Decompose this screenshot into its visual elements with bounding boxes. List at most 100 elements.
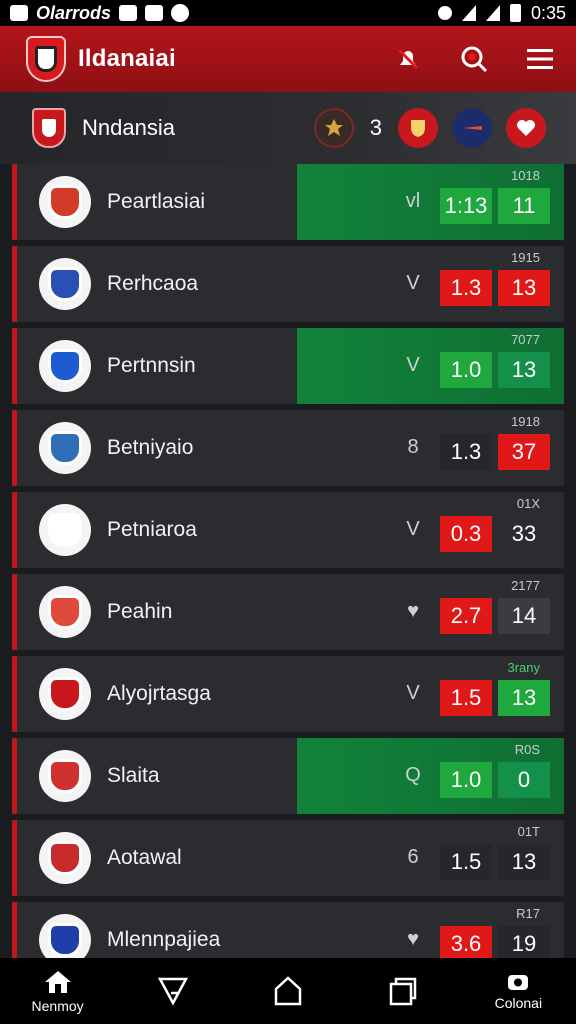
status-carrier: Olarrods <box>36 2 112 23</box>
club-badge-red[interactable] <box>398 108 438 148</box>
nav-home[interactable]: Nenmoy <box>13 969 103 1014</box>
team-crest-icon <box>39 750 91 802</box>
garuda-icon <box>324 119 343 136</box>
odd-secondary[interactable]: 13 <box>498 844 550 880</box>
team-header-count: 3 <box>369 115 382 140</box>
team-crest-icon <box>39 422 91 474</box>
odd-secondary[interactable]: 13 <box>498 680 550 716</box>
match-tag: 01T <box>517 824 540 839</box>
odd-secondary[interactable]: 37 <box>498 434 550 470</box>
match-tag: 01X <box>516 496 540 511</box>
team-crest-icon <box>39 832 91 884</box>
odd-secondary[interactable]: 13 <box>498 352 550 388</box>
nav-home-label: Nenmoy <box>31 997 84 1014</box>
odd-secondary[interactable]: 11 <box>498 188 550 224</box>
team-name: Alyojrtasga <box>107 682 211 705</box>
team-crest-icon <box>39 586 91 638</box>
favorite-badge[interactable] <box>506 108 546 148</box>
menu-button[interactable] <box>522 41 558 77</box>
result-mark: vl <box>405 190 421 212</box>
match-row[interactable]: Betniyaio 8 1918 1.3 37 <box>12 410 564 486</box>
odd-secondary[interactable]: 19 <box>498 926 550 958</box>
app-icon <box>145 5 164 21</box>
status-time: 0:35 <box>530 2 566 23</box>
nav-overview[interactable] <box>358 975 448 1007</box>
team-name: Rerhcaoa <box>107 272 199 295</box>
match-tag: 2177 <box>511 578 540 593</box>
wifi-icon <box>461 5 476 21</box>
team-name: Pertnnsin <box>107 354 196 377</box>
odd-primary[interactable]: 1.0 <box>440 352 492 388</box>
triangle-back-icon <box>157 977 188 1006</box>
app-title: Ildanaiai <box>78 45 176 72</box>
signal-icon <box>485 5 500 21</box>
home-icon <box>44 970 71 993</box>
odd-secondary[interactable]: 13 <box>498 270 550 306</box>
match-row[interactable]: Aotawal 6 01T 1.5 13 <box>12 820 564 896</box>
alarm-icon <box>437 6 452 20</box>
club-badge-blue[interactable] <box>452 108 492 148</box>
match-row[interactable]: Petniaroa V 01X 0.3 33 <box>12 492 564 568</box>
match-tag: 1018 <box>511 168 540 183</box>
result-mark: ♥ <box>407 928 419 950</box>
odd-secondary[interactable]: 14 <box>498 598 550 634</box>
search-icon <box>461 46 488 73</box>
odd-secondary[interactable]: 33 <box>498 516 550 552</box>
result-mark: Q <box>405 764 421 786</box>
match-row[interactable]: Pertnnsin V 7077 1.0 13 <box>12 328 564 404</box>
odd-primary[interactable]: 3.6 <box>440 926 492 958</box>
odd-primary[interactable]: 1.5 <box>440 844 492 880</box>
odd-primary[interactable]: 1.5 <box>440 680 492 716</box>
recent-apps-icon <box>389 977 417 1006</box>
team-crest-icon <box>39 340 91 392</box>
settings-icon <box>119 5 138 21</box>
match-tag: 3rany <box>507 660 540 675</box>
team-name: Petniaroa <box>107 518 197 541</box>
result-mark: V <box>406 518 420 540</box>
team-name: Slaita <box>107 764 160 787</box>
team-crest <box>32 108 66 148</box>
plane-icon <box>462 126 482 130</box>
team-name: Peartlasiai <box>107 190 206 213</box>
match-row[interactable]: Peartlasiai vl 1018 1:13 11 <box>12 164 564 240</box>
bottom-nav: Nenmoy Colonai <box>0 958 576 1024</box>
odd-primary[interactable]: 2.7 <box>440 598 492 634</box>
instagram-icon <box>171 4 190 22</box>
nav-recent-home[interactable] <box>243 975 333 1007</box>
result-mark: V <box>406 682 420 704</box>
team-crest-icon <box>39 258 91 310</box>
hamburger-menu-icon <box>527 49 553 69</box>
match-row[interactable]: Alyojrtasga V 3rany 1.5 13 <box>12 656 564 732</box>
odd-primary[interactable]: 0.3 <box>440 516 492 552</box>
garuda-badge[interactable] <box>313 108 354 148</box>
team-name: Aotawal <box>107 846 182 869</box>
match-row[interactable]: Rerhcaoa V 1915 1.3 13 <box>12 246 564 322</box>
odd-primary[interactable]: 1.3 <box>440 270 492 306</box>
nav-profile[interactable]: Colonai <box>473 972 563 1011</box>
match-tag: R0S <box>514 742 540 757</box>
result-mark: ♥ <box>407 600 419 622</box>
notifications-off-button[interactable] <box>390 41 426 77</box>
match-tag: 1918 <box>511 414 540 429</box>
nav-profile-label: Colonai <box>494 994 543 1011</box>
match-row[interactable]: Slaita Q R0S 1.0 0 <box>12 738 564 814</box>
team-crest-icon <box>39 668 91 720</box>
bell-off-icon <box>397 48 419 70</box>
team-crest-icon <box>39 504 91 556</box>
match-row[interactable]: Mlennpajiea ♥ R17 3.6 19 <box>12 902 564 958</box>
match-list: Peartlasiai vl 1018 1:13 11 Rerhcaoa V 1… <box>12 164 564 958</box>
match-tag: 7077 <box>511 332 540 347</box>
team-header[interactable]: Nndansia 3 <box>0 92 576 164</box>
house-outline-icon <box>274 976 302 1006</box>
odd-secondary[interactable]: 0 <box>498 762 550 798</box>
team-header-name: Nndansia <box>82 115 175 140</box>
search-button[interactable] <box>456 41 492 77</box>
result-mark: V <box>406 354 420 376</box>
nav-back[interactable] <box>128 975 218 1007</box>
club-logo[interactable] <box>26 36 66 82</box>
odd-primary[interactable]: 1.0 <box>440 762 492 798</box>
match-row[interactable]: Peahin ♥ 2177 2.7 14 <box>12 574 564 650</box>
odd-primary[interactable]: 1:13 <box>440 188 492 224</box>
team-crest-icon <box>39 176 91 228</box>
odd-primary[interactable]: 1.3 <box>440 434 492 470</box>
